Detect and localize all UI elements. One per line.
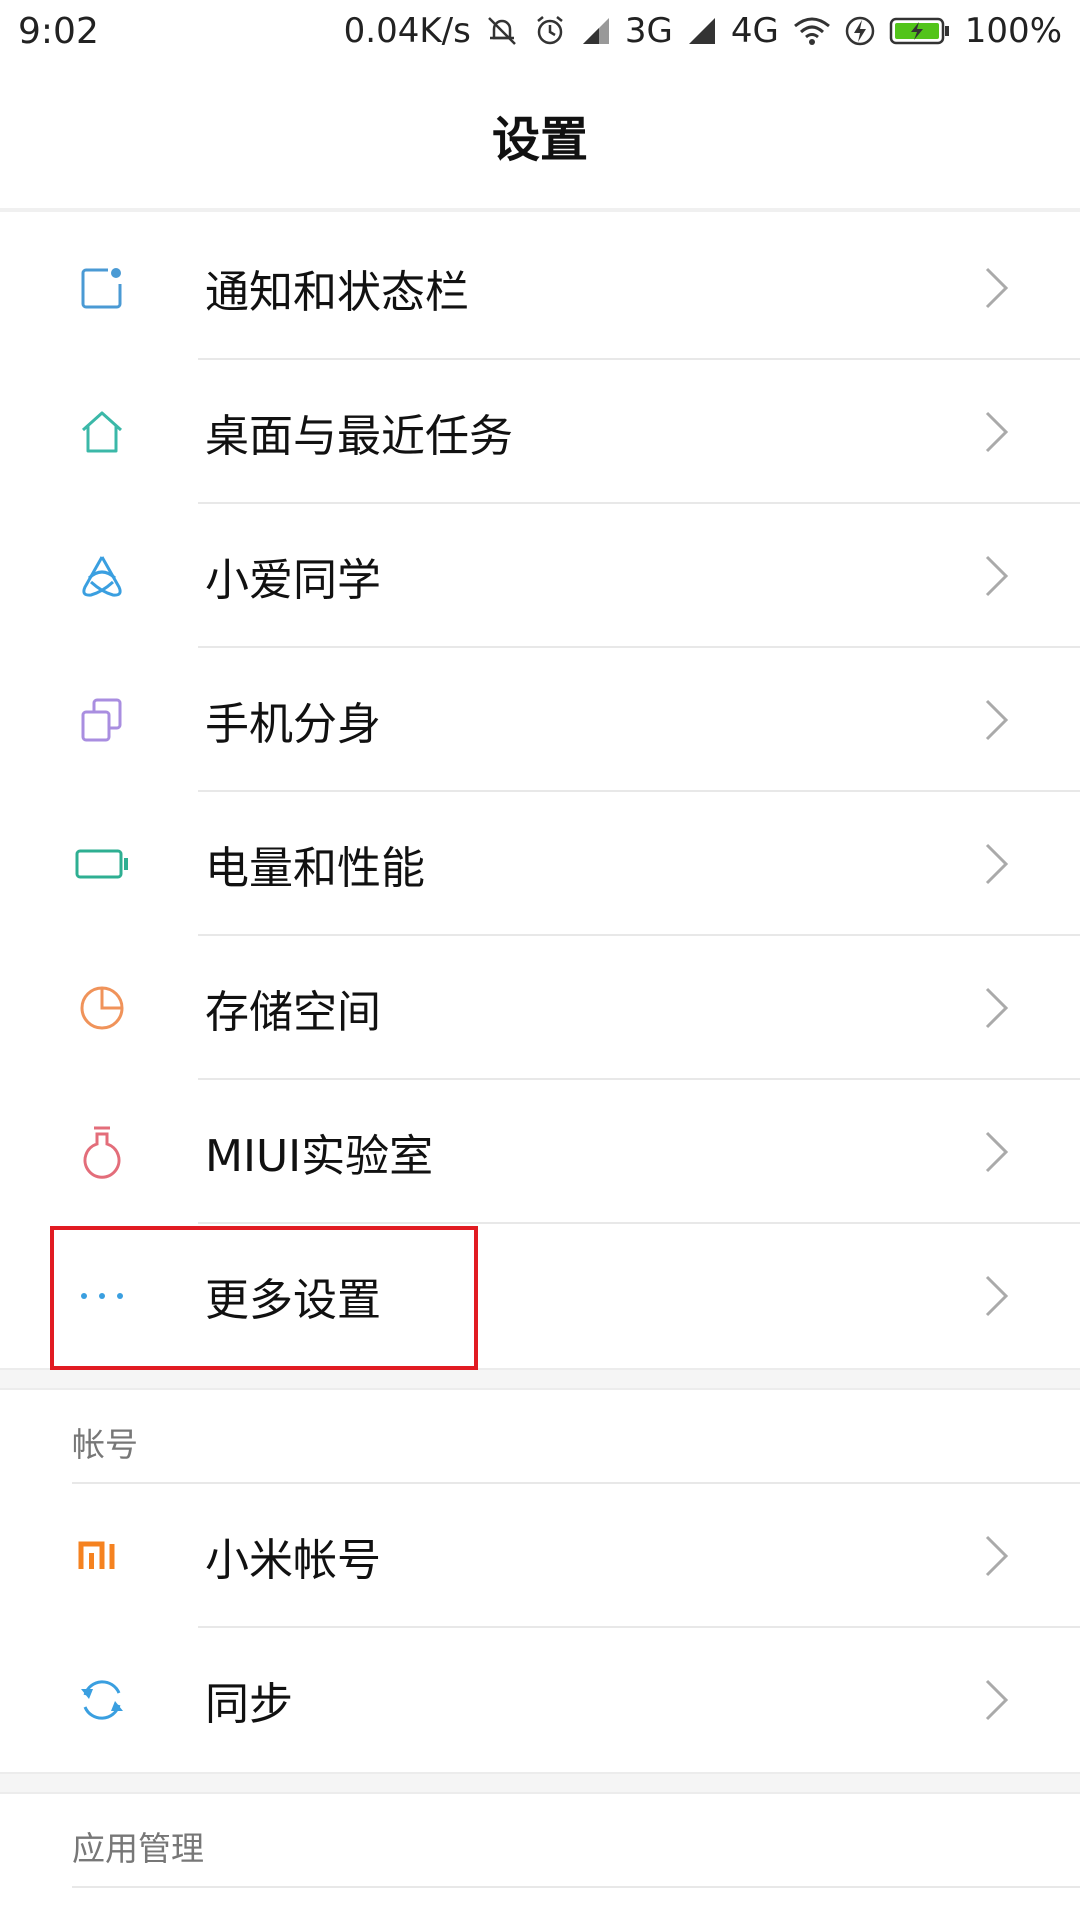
chevron-right-icon bbox=[985, 987, 1009, 1029]
notification-icon bbox=[70, 256, 134, 320]
setting-item-second-space[interactable]: 手机分身 bbox=[0, 648, 1080, 792]
section-title: 应用管理 bbox=[72, 1829, 204, 1868]
chevron-right-icon bbox=[985, 1131, 1009, 1173]
chevron-right-icon bbox=[985, 843, 1009, 885]
setting-label: 小米帐号 bbox=[205, 1535, 381, 1586]
setting-label: 桌面与最近任务 bbox=[205, 411, 513, 462]
section-header-apps: 应用管理 bbox=[0, 1794, 1080, 1888]
setting-label: 手机分身 bbox=[205, 699, 381, 750]
setting-label: 小爱同学 bbox=[205, 555, 381, 606]
setting-label: 同步 bbox=[205, 1679, 293, 1730]
setting-item-sync[interactable]: 同步 bbox=[0, 1628, 1080, 1772]
home-icon bbox=[70, 400, 134, 464]
section-gap bbox=[0, 1368, 1080, 1390]
setting-label: MIUI实验室 bbox=[205, 1131, 434, 1182]
battery-percent: 100% bbox=[964, 11, 1062, 51]
setting-item-mi-account[interactable]: 小米帐号 bbox=[0, 1484, 1080, 1628]
setting-item-miui-lab[interactable]: MIUI实验室 bbox=[0, 1080, 1080, 1224]
setting-label: 电量和性能 bbox=[205, 843, 425, 894]
storage-icon bbox=[70, 976, 134, 1040]
chevron-right-icon bbox=[985, 1275, 1009, 1317]
signal-strength-icon bbox=[687, 16, 717, 46]
section-header-account: 帐号 bbox=[0, 1390, 1080, 1484]
section-gap bbox=[0, 1772, 1080, 1794]
chevron-right-icon bbox=[985, 1535, 1009, 1577]
setting-item-xiaoai[interactable]: 小爱同学 bbox=[0, 504, 1080, 648]
net-speed: 0.04K/s bbox=[343, 11, 471, 51]
wifi-icon bbox=[793, 16, 831, 46]
chevron-right-icon bbox=[985, 555, 1009, 597]
second-space-icon bbox=[70, 688, 134, 752]
page-title: 设置 bbox=[491, 112, 588, 168]
flash-charge-icon bbox=[845, 14, 875, 48]
settings-list: 通知和状态栏 桌面与最近任务 小爱同学 手机分身 电量和性能 存储空间 MIUI… bbox=[0, 216, 1080, 1888]
sync-icon bbox=[70, 1668, 134, 1732]
chevron-right-icon bbox=[985, 1679, 1009, 1721]
mute-bell-icon bbox=[485, 14, 519, 48]
setting-item-storage[interactable]: 存储空间 bbox=[0, 936, 1080, 1080]
setting-item-battery[interactable]: 电量和性能 bbox=[0, 792, 1080, 936]
setting-label: 存储空间 bbox=[205, 987, 381, 1038]
network-type-4g: 4G bbox=[730, 11, 779, 51]
setting-label: 通知和状态栏 bbox=[205, 267, 469, 318]
network-type-3g: 3G bbox=[624, 11, 673, 51]
chevron-right-icon bbox=[985, 267, 1009, 309]
setting-item-home-screen[interactable]: 桌面与最近任务 bbox=[0, 360, 1080, 504]
section-title: 帐号 bbox=[72, 1425, 138, 1464]
mi-logo-icon bbox=[70, 1524, 134, 1588]
alarm-icon bbox=[533, 14, 567, 48]
battery-icon bbox=[70, 832, 134, 896]
xiaoai-icon bbox=[70, 544, 134, 608]
status-time: 9:02 bbox=[18, 10, 99, 52]
lab-flask-icon bbox=[70, 1120, 134, 1184]
divider bbox=[72, 1886, 1080, 1888]
chevron-right-icon bbox=[985, 699, 1009, 741]
setting-item-notifications[interactable]: 通知和状态栏 bbox=[0, 216, 1080, 360]
chevron-right-icon bbox=[985, 411, 1009, 453]
title-bar: 设置 bbox=[0, 62, 1080, 212]
signal-strength-icon bbox=[581, 16, 611, 46]
status-icons: 0.04K/s 3G 4G 100% bbox=[344, 11, 1062, 51]
highlight-box bbox=[50, 1226, 478, 1370]
battery-charging-icon bbox=[889, 16, 951, 46]
status-bar: 9:02 0.04K/s 3G 4G 100% bbox=[0, 0, 1080, 62]
